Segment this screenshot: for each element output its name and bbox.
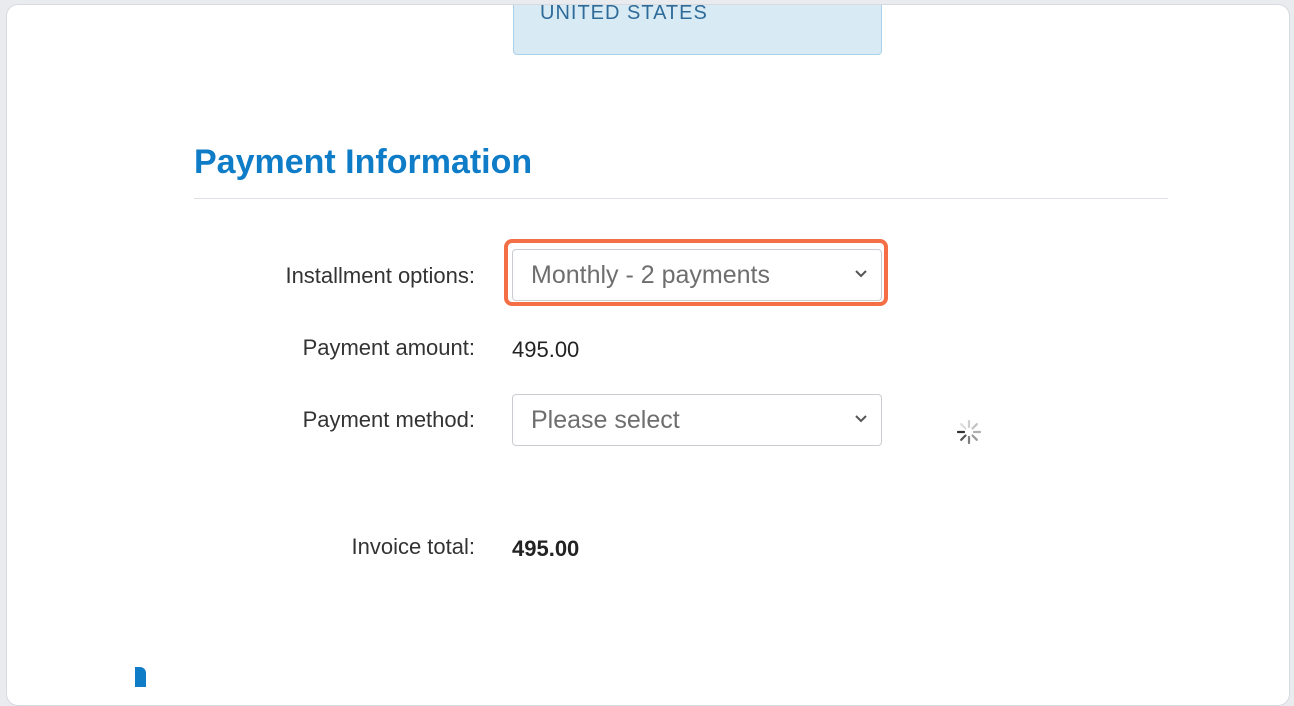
payment-method-label: Payment method: xyxy=(302,407,475,432)
installment-options-value: Monthly - 2 payments xyxy=(531,261,770,289)
address-card: UNITED STATES xyxy=(513,4,882,55)
loading-spinner-icon xyxy=(956,419,982,445)
invoice-total-label: Invoice total: xyxy=(351,534,475,559)
payment-method-value: Please select xyxy=(531,406,680,434)
section-divider xyxy=(194,198,1168,199)
chevron-down-icon xyxy=(855,270,867,278)
invoice-total-value: 495.00 xyxy=(512,536,580,561)
payment-method-select[interactable]: Please select xyxy=(512,394,882,446)
partial-footer-element xyxy=(135,667,146,687)
address-country: UNITED STATES xyxy=(540,4,708,24)
payment-page: UNITED STATES Payment Information Instal… xyxy=(6,4,1290,706)
installment-options-label: Installment options: xyxy=(285,263,475,288)
chevron-down-icon xyxy=(855,415,867,423)
installment-options-select[interactable]: Monthly - 2 payments xyxy=(512,249,882,301)
payment-amount-value: 495.00 xyxy=(512,337,580,362)
page-title: Payment Information xyxy=(194,143,533,181)
payment-amount-label: Payment amount: xyxy=(302,335,475,360)
